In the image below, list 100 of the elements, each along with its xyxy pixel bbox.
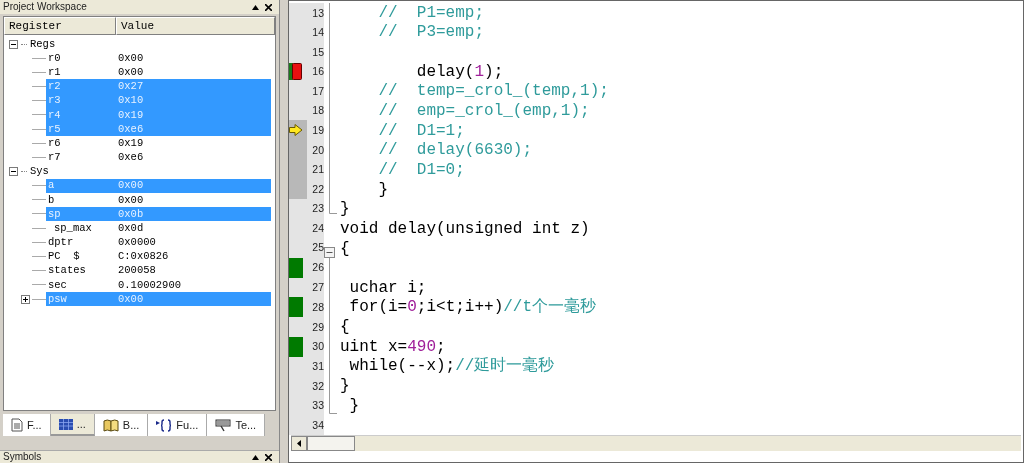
scroll-left-button[interactable] — [291, 436, 307, 451]
line-number: 28 — [312, 301, 324, 313]
tree-group-label[interactable]: Sys — [30, 166, 49, 177]
line-number: 29 — [312, 321, 324, 333]
column-header[interactable]: Register — [4, 17, 116, 35]
code-line: void delay(unsigned int z) — [339, 220, 590, 237]
book-icon — [102, 418, 119, 432]
code-line: // D1=1; — [377, 122, 465, 139]
close-icon[interactable] — [265, 453, 272, 461]
panel-tab[interactable]: F... — [3, 414, 51, 436]
register-value: 0xe6 — [118, 152, 144, 163]
register-value: 0x00 — [118, 67, 144, 78]
line-number: 14 — [312, 27, 324, 38]
pane-title: Symbols — [3, 452, 42, 462]
register-row[interactable]: r6 0x19 — [46, 136, 271, 151]
register-name: r4 — [47, 109, 62, 121]
collapse-icon[interactable] — [9, 167, 18, 176]
register-row[interactable]: sec 0.10002900 — [46, 277, 271, 292]
line-number: 20 — [312, 144, 324, 156]
register-name: psw — [47, 293, 68, 305]
register-name: sp_max — [53, 222, 93, 234]
horizontal-scrollbar[interactable] — [291, 435, 1021, 451]
register-value: 0x0000 — [118, 237, 156, 248]
line-number: 26 — [312, 262, 324, 273]
register-value: 0x00 — [118, 52, 144, 64]
code-line: delay(1); — [415, 63, 504, 80]
register-row[interactable]: sp_max 0x0d — [46, 221, 271, 236]
line-number: 25 — [312, 242, 324, 253]
register-value: 0x00 — [118, 194, 144, 206]
register-name: r7 — [47, 152, 62, 163]
tree-group-label[interactable]: Regs — [30, 38, 56, 50]
line-number: 19 — [312, 125, 324, 136]
braces-icon — [156, 418, 173, 432]
register-value: 0x0b — [118, 208, 144, 220]
scroll-thumb[interactable] — [307, 436, 355, 451]
register-name: sp — [47, 208, 62, 220]
register-grid-icon — [58, 418, 73, 430]
code-line: for(i=0;i<t;i++)//t个一毫秒 — [348, 299, 597, 316]
collapse-icon[interactable] — [9, 39, 18, 49]
register-row[interactable]: PC $ C:0x0826 — [46, 249, 271, 264]
left-arrow-icon — [297, 440, 301, 447]
line-number: 22 — [312, 183, 324, 195]
panel-tab[interactable]: Te... — [207, 414, 266, 436]
register-value: 0x0d — [118, 222, 144, 234]
register-row[interactable]: states 200058 — [46, 263, 271, 278]
panel-tab[interactable]: ... — [50, 414, 95, 436]
code-line: // emp=_crol_(emp,1); — [377, 103, 590, 119]
register-name: r6 — [47, 137, 62, 149]
line-number: 31 — [312, 361, 324, 372]
register-name: r0 — [47, 52, 62, 64]
line-number: 32 — [312, 380, 324, 392]
breakpoint-icon[interactable] — [289, 63, 302, 80]
close-icon[interactable] — [265, 3, 272, 11]
keyboard-icon — [215, 418, 232, 432]
register-value: 0x00 — [118, 293, 144, 305]
register-value: 0x00 — [118, 180, 144, 191]
register-row[interactable]: dptr 0x0000 — [46, 235, 271, 250]
expand-icon[interactable] — [21, 294, 30, 304]
code-line: // P1=emp; — [377, 4, 485, 21]
line-number: 30 — [312, 341, 324, 352]
code-line: // delay(6630); — [377, 142, 533, 159]
register-name: r3 — [47, 95, 62, 106]
register-name: b — [47, 194, 56, 206]
register-value: 0.10002900 — [118, 279, 181, 291]
code-line: // D1=0; — [377, 161, 465, 178]
register-name: dptr — [47, 237, 75, 248]
line-number: 18 — [312, 105, 324, 116]
code-line: } — [377, 181, 388, 198]
line-number: 16 — [312, 66, 324, 77]
register-row[interactable]: r7 0xe6 — [46, 150, 271, 165]
line-number: 21 — [312, 164, 324, 175]
collapse-icon[interactable] — [324, 247, 335, 258]
panel-tab[interactable]: Fu... — [148, 414, 208, 436]
code-line: uchar i; — [348, 279, 427, 296]
register-row[interactable]: r0 0x00 — [46, 51, 271, 66]
register-value: 0x27 — [118, 81, 144, 92]
code-line: { — [339, 319, 350, 336]
line-number: 23 — [312, 203, 324, 214]
register-value: 200058 — [118, 265, 156, 276]
register-row[interactable]: r1 0x00 — [46, 65, 271, 80]
line-number: 27 — [312, 282, 324, 293]
line-number: 15 — [312, 46, 324, 58]
panel-tab[interactable]: B... — [94, 414, 149, 436]
register-value: 0x19 — [118, 137, 144, 149]
register-name: r2 — [47, 81, 62, 92]
line-number: 13 — [312, 7, 324, 19]
code-line: } — [339, 201, 350, 218]
register-value: C:0x0826 — [118, 251, 169, 262]
code-line: { — [339, 240, 350, 257]
line-number: 33 — [312, 400, 324, 411]
register-name: PC $ — [47, 251, 81, 262]
register-value: 0x10 — [118, 95, 144, 106]
register-value: 0xe6 — [118, 123, 144, 135]
code-line: // temp=_crol_(temp,1); — [377, 83, 609, 100]
register-name: states — [47, 265, 87, 276]
register-name: a — [47, 180, 56, 191]
code-line: } — [339, 378, 350, 394]
register-row[interactable]: b 0x00 — [46, 192, 271, 207]
code-line: // P3=emp; — [377, 24, 485, 41]
column-header[interactable]: Value — [116, 17, 275, 35]
